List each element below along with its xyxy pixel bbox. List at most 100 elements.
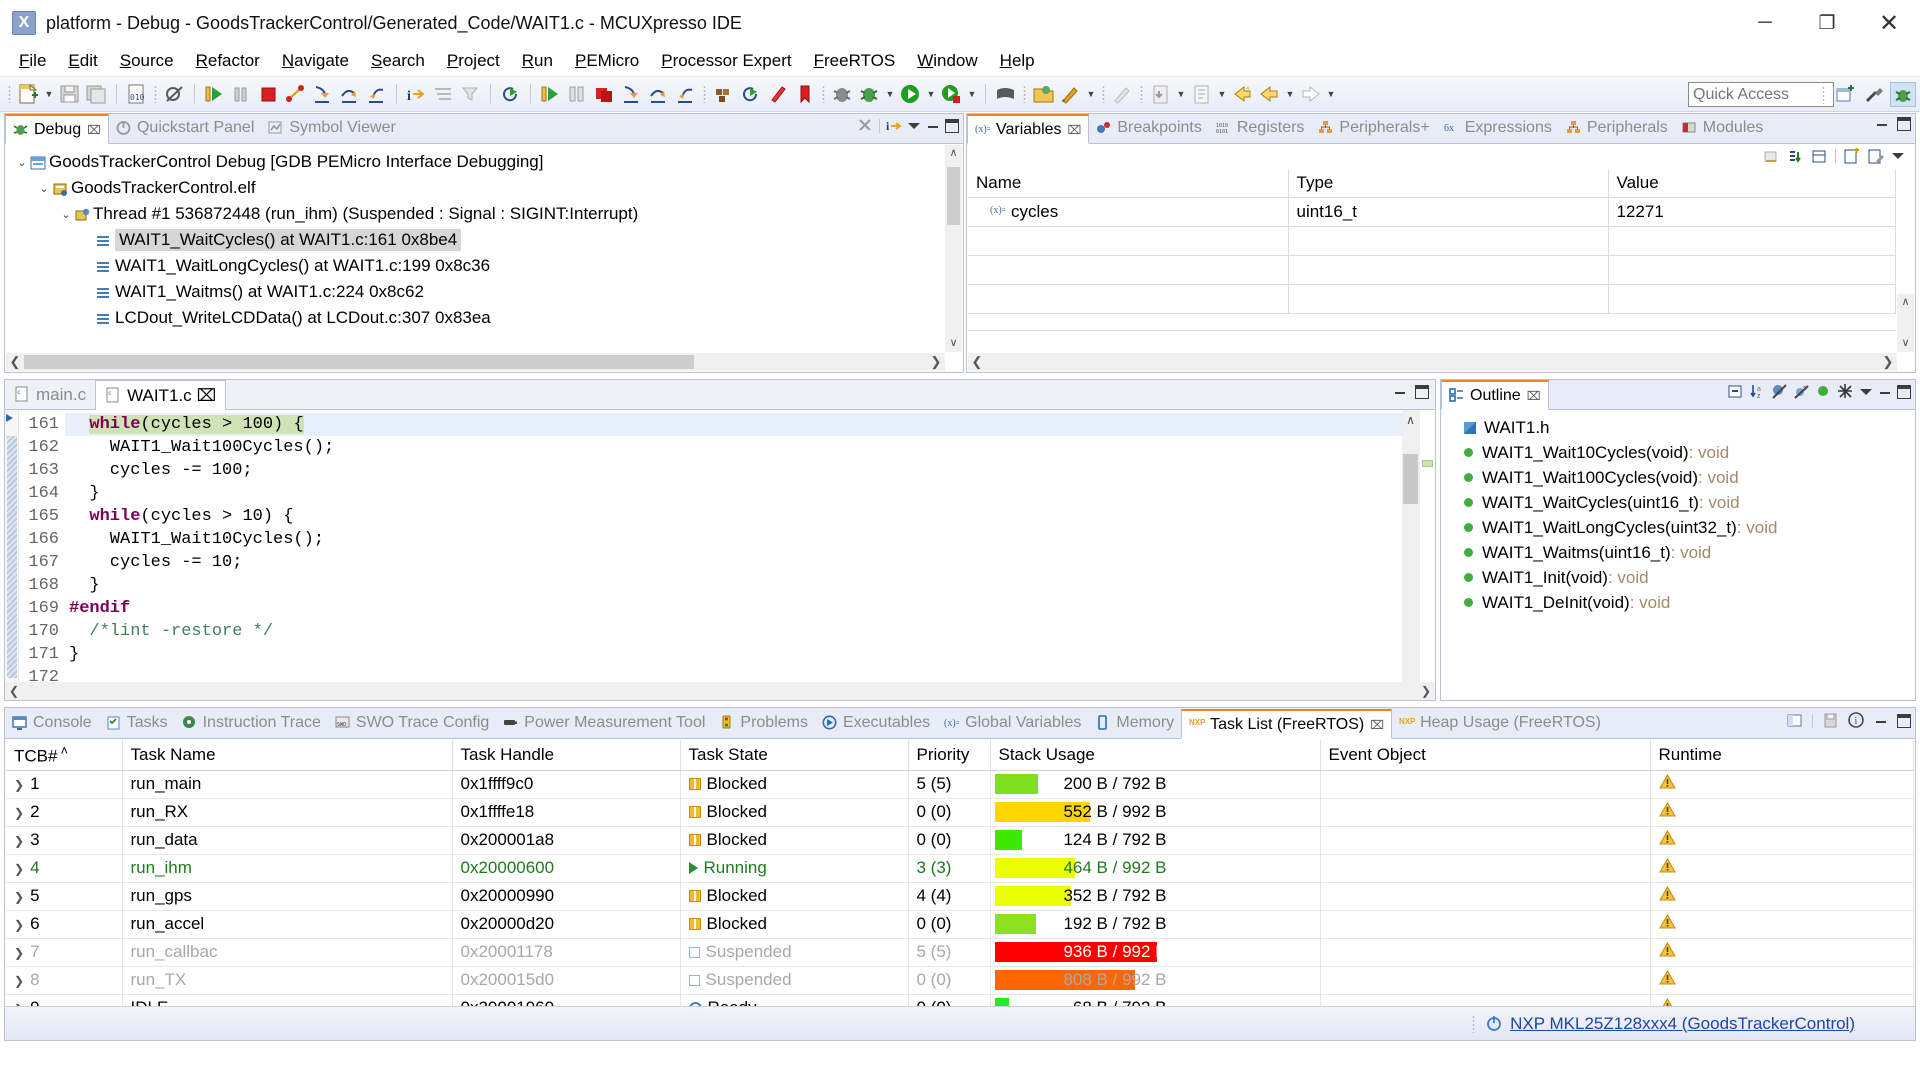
task-tcb-cell[interactable]: ❯ 4 <box>6 854 123 883</box>
task-tcb-cell[interactable]: ❯ 5 <box>6 882 123 911</box>
tab-heap-usage-freertos-[interactable]: NXP Heap Usage (FreeRTOS) <box>1392 708 1608 738</box>
var-scroll-right-icon[interactable]: ❯ <box>1879 354 1897 370</box>
minimize-button[interactable]: ─ <box>1734 0 1796 46</box>
expand-row-icon[interactable]: ❯ <box>14 806 24 820</box>
table-row[interactable]: ❯ 2 run_RX 0x1ffffe18 Blocked 0 (0) 552 B / 99… <box>6 798 1914 827</box>
variables-column-header[interactable]: Name <box>968 169 1289 198</box>
tab-swo-trace-config[interactable]: SWO SWO Trace Config <box>328 708 496 738</box>
save-icon[interactable] <box>57 82 82 106</box>
step-return-icon[interactable] <box>364 82 389 106</box>
minimize-variables-icon[interactable] <box>1875 117 1889 131</box>
pencil-dropdown-icon[interactable]: ▼ <box>1084 82 1098 106</box>
marker-red-icon[interactable] <box>765 82 790 106</box>
tab-power-measurement-tool[interactable]: Power Measurement Tool <box>496 708 712 738</box>
task-column-header[interactable]: Stack Usage <box>990 740 1321 771</box>
close-tab-icon[interactable]: ⌧ <box>1068 123 1082 137</box>
scroll-right-icon[interactable]: ❯ <box>927 354 945 370</box>
status-target-label[interactable]: NXP MKL25Z128xxx4 (GoodsTrackerControl) <box>1510 1014 1855 1034</box>
code-lines[interactable]: while(cycles > 100) { WAIT1_Wait100Cycle… <box>65 410 1402 700</box>
table-row[interactable]: ❯ 6 run_accel 0x20000d20 Blocked 0 (0) 192 B /… <box>6 910 1914 939</box>
scroll-left-icon[interactable]: ❮ <box>6 354 24 370</box>
pin-console-icon[interactable] <box>1786 712 1803 729</box>
tab-task-list-freertos-[interactable]: NXP Task List (FreeRTOS) ⌧ <box>1181 709 1393 739</box>
tab-breakpoints[interactable]: Breakpoints <box>1089 113 1209 143</box>
code-line[interactable]: } <box>65 482 1402 505</box>
run-external-dropdown-icon[interactable]: ▼ <box>965 82 979 106</box>
editor-vscrollbar[interactable]: ∧ ∨ <box>1402 410 1419 700</box>
task-tcb-cell[interactable]: ❯ 6 <box>6 910 123 939</box>
expand-collapse-icon[interactable]: ⌄ <box>14 156 30 169</box>
tab-symbol-viewer[interactable]: Symbol Viewer <box>261 113 402 143</box>
perspective-grip[interactable] <box>1822 85 1825 104</box>
tab-global-variables[interactable]: (x)= Global Variables <box>937 708 1088 738</box>
menu-refactor[interactable]: Refactor <box>185 49 271 73</box>
task-column-header[interactable]: Task State <box>680 740 909 771</box>
code-line[interactable]: /*lint -restore */ <box>65 620 1402 643</box>
tab-peripherals-[interactable]: Peripherals+ <box>1311 113 1436 143</box>
close-tab-icon[interactable]: ⌧ <box>87 123 101 137</box>
new-file-icon[interactable] <box>16 82 41 106</box>
minimize-editor-icon[interactable] <box>1393 385 1407 399</box>
variables-row[interactable]: (x)= cycles uint16_t 12271 <box>968 197 1896 227</box>
step-filter-icon[interactable] <box>458 82 483 106</box>
drop-to-frame-icon[interactable] <box>431 82 456 106</box>
restart-icon[interactable] <box>498 82 523 106</box>
menu-project[interactable]: Project <box>436 49 511 73</box>
task-tcb-cell[interactable]: ❯ 3 <box>6 826 123 855</box>
expand-row-icon[interactable]: ❯ <box>14 946 24 960</box>
debug-bug-green-icon[interactable] <box>857 82 882 106</box>
info-icon[interactable]: i <box>1848 712 1865 729</box>
menu-search[interactable]: Search <box>360 49 436 73</box>
menu-navigate[interactable]: Navigate <box>271 49 360 73</box>
table-row[interactable]: ❯ 5 run_gps 0x20000990 Blocked 4 (4) 352 B / 7… <box>6 882 1914 911</box>
outline-item[interactable]: WAIT1_WaitCycles(uint16_t) : void <box>1442 490 1914 515</box>
import-icon[interactable] <box>1148 82 1173 106</box>
disconnect-icon[interactable] <box>283 82 308 106</box>
table-row[interactable]: ❯ 7 run_callbac 0x20001178 Suspended 5 (5) 936… <box>6 938 1914 967</box>
editor-hscrollbar[interactable]: ❮ ❯ <box>5 682 1435 700</box>
run-external-icon[interactable] <box>939 82 964 106</box>
debug-tree-node[interactable]: LCDout_WriteLCDData() at LCDout.c:307 0x… <box>6 305 944 331</box>
link-with-editor-icon[interactable] <box>1837 383 1854 400</box>
new-expression-icon[interactable] <box>1843 147 1860 165</box>
tab-debug[interactable]: Debug ⌧ <box>5 114 109 144</box>
view-menu-icon[interactable] <box>907 119 921 133</box>
binary-file-icon[interactable]: 010 <box>124 82 149 106</box>
table-row[interactable]: ❯ 8 run_TX 0x200015d0 Suspended 0 (0) 808 B / … <box>6 966 1914 995</box>
expand-row-icon[interactable]: ❯ <box>14 834 24 848</box>
expand-row-icon[interactable]: ❯ <box>14 918 24 932</box>
save-all-icon[interactable] <box>84 82 109 106</box>
debug-hscrollbar[interactable]: ❮ ❯ <box>6 353 945 371</box>
menu-file[interactable]: File <box>8 49 57 73</box>
step-return-2-icon[interactable] <box>673 82 698 106</box>
instruction-stepping-icon[interactable]: i <box>404 82 429 106</box>
close-tab-icon[interactable]: ⌧ <box>1370 718 1384 732</box>
overview-ruler[interactable] <box>1419 410 1435 700</box>
debug-bug-gray-icon[interactable] <box>830 82 855 106</box>
back-dropdown-icon[interactable]: ▼ <box>1283 82 1297 106</box>
variables-row[interactable] <box>968 284 1896 314</box>
toolbar-grip-7[interactable] <box>1140 85 1143 103</box>
export-tasklist-icon[interactable] <box>1822 712 1839 729</box>
toolbar-grip-4[interactable] <box>822 85 825 103</box>
tab-console[interactable]: Console <box>5 708 99 738</box>
task-column-header[interactable]: TCB# ˄ <box>6 740 123 771</box>
customize-perspective-icon[interactable] <box>1861 82 1887 107</box>
step-into-icon[interactable] <box>310 82 335 106</box>
open-folder-icon[interactable] <box>1031 82 1056 106</box>
code-line[interactable]: WAIT1_Wait100Cycles(); <box>65 436 1402 459</box>
menu-processor-expert[interactable]: Processor Expert <box>650 49 802 73</box>
variables-view-menu-icon[interactable] <box>1891 149 1905 163</box>
debug-perspective-icon[interactable] <box>1890 82 1916 107</box>
tab-outline[interactable]: Outline ⌧ <box>1441 380 1549 410</box>
pencil-icon[interactable] <box>1058 82 1083 106</box>
code-line[interactable]: while(cycles > 10) { <box>65 505 1402 528</box>
code-line[interactable]: cycles -= 100; <box>65 459 1402 482</box>
var-scroll-down-icon[interactable]: ∨ <box>1897 335 1914 352</box>
outline-list[interactable]: WAIT1.h WAIT1_Wait10Cycles(void) : void WA… <box>1442 411 1914 699</box>
toolbar-grip[interactable] <box>8 85 11 103</box>
debug-tree-node[interactable]: WAIT1_WaitCycles() at WAIT1.c:161 0x8be4 <box>6 227 944 253</box>
open-perspective-icon[interactable] <box>1832 82 1858 107</box>
task-column-header[interactable]: Runtime <box>1650 740 1914 771</box>
task-list-header[interactable]: TCB# ˄ Task Name Task Handle Task State Prior… <box>6 740 1914 771</box>
